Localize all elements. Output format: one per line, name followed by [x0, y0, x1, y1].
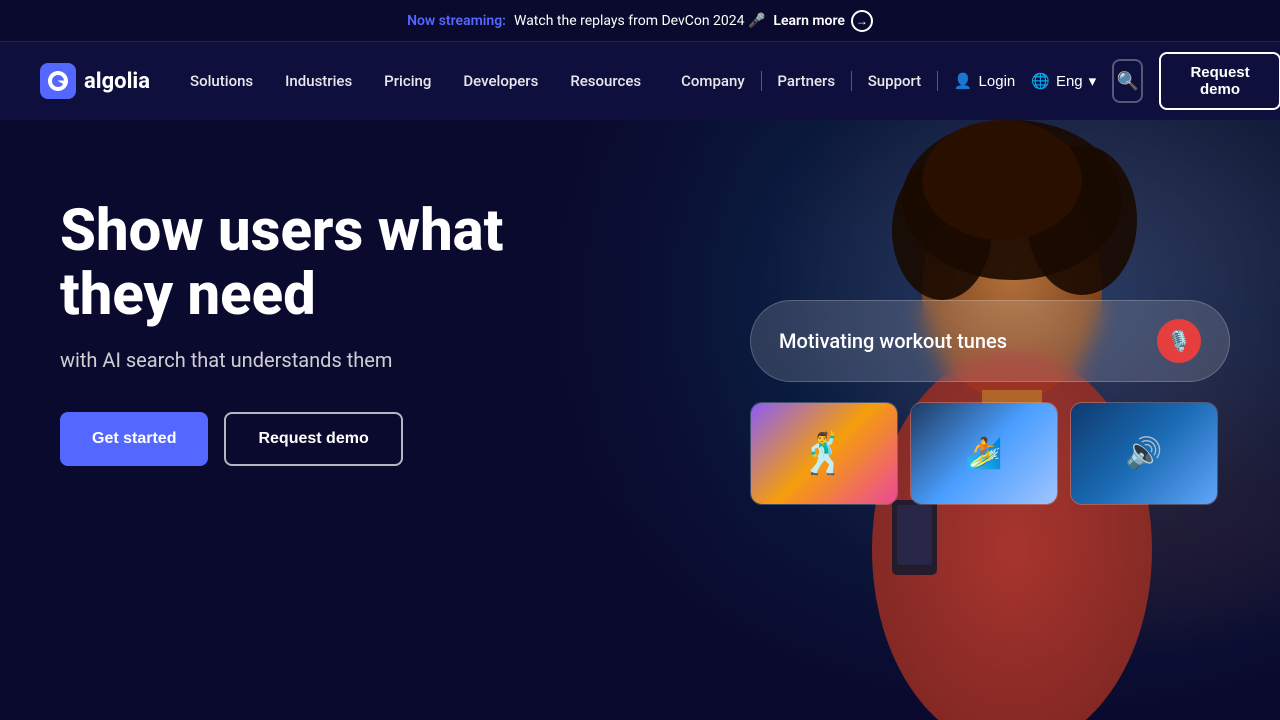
nav-industries[interactable]: Industries	[285, 72, 352, 90]
nav-partners[interactable]: Partners	[777, 72, 835, 90]
learn-more-link[interactable]: Learn more →	[773, 10, 872, 32]
login-button[interactable]: 👤 Login	[954, 72, 1015, 90]
hero-title-line2: they need	[60, 261, 316, 329]
nav-solutions[interactable]: Solutions	[190, 72, 253, 90]
music-card-2-image: 🏄	[911, 403, 1057, 504]
user-icon: 👤	[954, 72, 973, 90]
request-demo-nav-button[interactable]: Request demo	[1159, 52, 1280, 110]
logo-text: algolia	[84, 69, 150, 94]
streaming-label: Now streaming:	[407, 13, 506, 29]
search-bar-display[interactable]: Motivating workout tunes 🎙️	[750, 300, 1230, 382]
music-card-3-info: Liquid Beats ▶	[1071, 504, 1217, 505]
request-demo-hero-button[interactable]: Request demo	[224, 412, 402, 466]
hero-content: Show users what they need with AI search…	[60, 200, 503, 466]
hero-buttons: Get started Request demo	[60, 412, 503, 466]
music-card-2-info: Power Vibes III ▶	[911, 504, 1057, 505]
music-card-1[interactable]: 🕺 Electric Dance Mix ▶	[750, 402, 898, 505]
nav-company[interactable]: Company	[681, 72, 745, 90]
logo[interactable]: algolia	[40, 63, 150, 99]
card-1-icon: 🕺	[799, 430, 849, 477]
nav-divider-1	[761, 71, 762, 91]
music-card-1-info: Electric Dance Mix ▶	[751, 504, 897, 505]
globe-icon: 🌐	[1031, 72, 1050, 90]
learn-more-text: Learn more	[773, 13, 844, 29]
hero-section: Show users what they need with AI search…	[0, 120, 1280, 720]
hero-title-line1: Show users what	[60, 197, 503, 265]
music-card-3-image: 🔊	[1071, 403, 1217, 504]
nav-pricing[interactable]: Pricing	[384, 72, 431, 90]
search-ui-overlay: Motivating workout tunes 🎙️ 🕺 Electric D…	[750, 300, 1230, 505]
nav-divider-3	[937, 71, 938, 91]
music-card-3[interactable]: 🔊 Liquid Beats ▶	[1070, 402, 1218, 505]
microphone-icon[interactable]: 🎙️	[1157, 319, 1201, 363]
top-banner: Now streaming: Watch the replays from De…	[0, 0, 1280, 42]
algolia-logo-icon	[40, 63, 76, 99]
learn-more-arrow-icon: →	[851, 10, 873, 32]
nav-developers[interactable]: Developers	[463, 72, 538, 90]
hero-subtitle: with AI search that understands them	[60, 348, 503, 372]
search-button[interactable]: 🔍	[1112, 59, 1143, 103]
login-label: Login	[979, 73, 1016, 90]
language-label: Eng	[1056, 73, 1083, 90]
chevron-down-icon: ▾	[1089, 72, 1097, 90]
card-2-icon: 🏄	[965, 436, 1002, 471]
nav-right: Company Partners Support 👤 Login 🌐 Eng ▾…	[681, 52, 1280, 110]
banner-message: Watch the replays from DevCon 2024 🎤	[514, 13, 765, 29]
get-started-hero-button[interactable]: Get started	[60, 412, 208, 466]
nav-support[interactable]: Support	[868, 72, 921, 90]
card-3-icon: 🔊	[1125, 436, 1162, 471]
search-query-display: Motivating workout tunes	[779, 329, 1007, 353]
music-results: 🕺 Electric Dance Mix ▶ 🏄 Power Vibes III…	[750, 402, 1230, 505]
music-card-2[interactable]: 🏄 Power Vibes III ▶	[910, 402, 1058, 505]
hero-title: Show users what they need	[60, 200, 503, 328]
search-icon: 🔍	[1116, 71, 1138, 92]
music-card-1-image: 🕺	[751, 403, 897, 504]
navbar: algolia Solutions Industries Pricing Dev…	[0, 42, 1280, 120]
language-button[interactable]: 🌐 Eng ▾	[1031, 72, 1096, 90]
nav-links: Solutions Industries Pricing Developers …	[190, 72, 641, 90]
nav-divider-2	[851, 71, 852, 91]
nav-resources[interactable]: Resources	[570, 72, 641, 90]
